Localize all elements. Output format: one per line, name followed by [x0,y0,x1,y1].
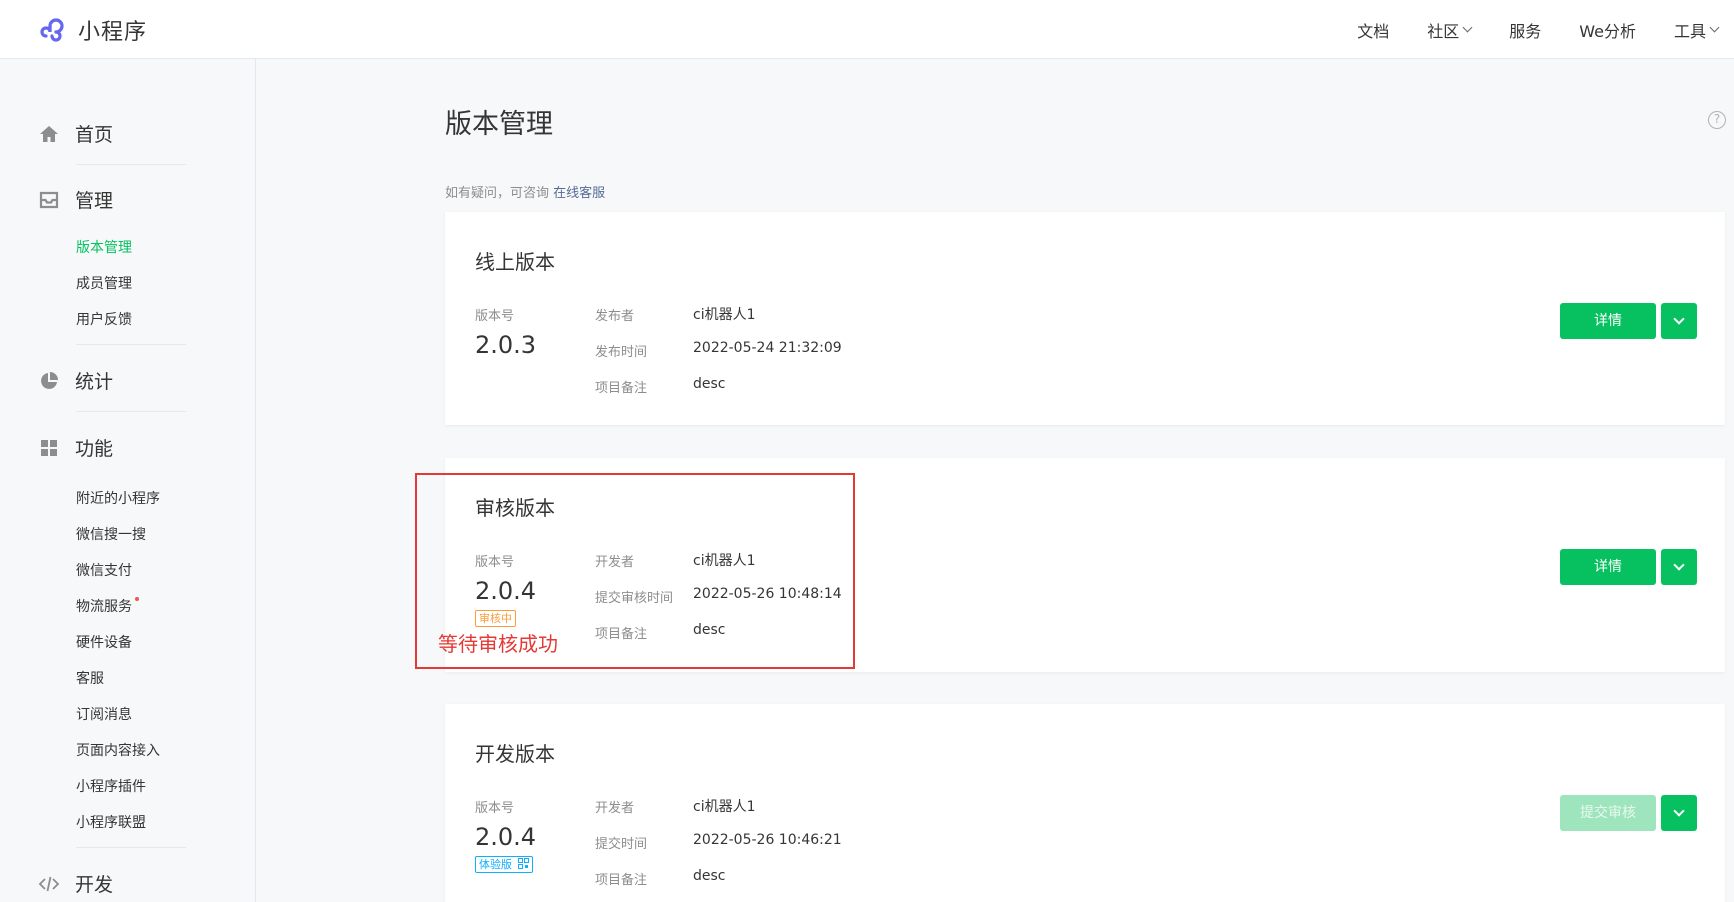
notice-text: 如有疑问，可咨询 [445,186,550,201]
version-label: 版本号 [475,309,515,324]
nav-community-label: 社区 [1427,21,1460,41]
sidebar-group-label: 统计 [75,371,114,393]
sidebar-group-label: 开发 [75,874,114,896]
sidebar-item-nearby-mini-programs[interactable]: 附近的小程序 [76,488,160,508]
nav-community[interactable]: 社区 [1427,18,1473,42]
sidebar-item-hardware[interactable]: 硬件设备 [76,632,132,652]
card-title: 线上版本 [475,250,555,274]
app-logo[interactable]: 小程序 [38,14,147,46]
field-key: 项目备注 [595,381,648,396]
field-value: desc [693,376,726,392]
dev-version-card: 开发版本 版本号 2.0.4 体验版 开发者 ci机器人1 提交时间 2022-… [445,704,1725,902]
sidebar-item-label: 物流服务 [76,599,132,615]
field-value: 2022-05-24 21:32:09 [693,340,842,356]
more-dropdown-button[interactable] [1661,795,1697,831]
sidebar-item-subscription-messages[interactable]: 订阅消息 [76,704,132,724]
inbox-icon [38,189,60,211]
card-title: 开发版本 [475,742,555,766]
field-key: 项目备注 [595,873,648,888]
field-key: 开发者 [595,801,635,816]
sidebar-item-wechat-search[interactable]: 微信搜一搜 [76,524,146,544]
page-title: 版本管理 [445,109,553,140]
sidebar-item-version-management[interactable]: 版本管理 [76,237,132,257]
version-number: 2.0.3 [475,331,537,359]
sidebar-item-alliance[interactable]: 小程序联盟 [76,812,146,832]
home-icon [38,123,60,145]
detail-button[interactable]: 详情 [1560,303,1656,339]
version-label: 版本号 [475,801,515,816]
field-key: 发布者 [595,309,635,324]
sidebar-item-user-feedback[interactable]: 用户反馈 [76,309,132,329]
sidebar-group-development[interactable]: 开发 [38,870,113,897]
trial-badge-label: 体验版 [479,858,512,871]
field-value: ci机器人1 [693,307,756,323]
sidebar-divider [76,344,186,345]
more-dropdown-button[interactable] [1661,549,1697,585]
sidebar-group-statistics[interactable]: 统计 [38,367,113,394]
sidebar-group-label: 管理 [75,190,114,212]
nav-tools[interactable]: 工具 [1673,18,1720,42]
mini-program-logo-icon [40,18,64,42]
sidebar-group-manage[interactable]: 管理 [38,186,113,213]
sidebar-divider [76,411,186,412]
submit-review-button[interactable]: 提交审核 [1560,795,1656,831]
online-version-card: 线上版本 版本号 2.0.3 发布者 ci机器人1 发布时间 2022-05-2… [445,212,1725,425]
chevron-down-icon [1673,313,1685,325]
detail-button[interactable]: 详情 [1560,549,1656,585]
field-value: ci机器人1 [693,799,756,815]
field-key: 发布时间 [595,345,648,360]
field-key: 提交时间 [595,837,648,852]
sidebar-item-member-management[interactable]: 成员管理 [76,273,132,293]
nav-tools-label: 工具 [1673,21,1706,41]
support-notice: 如有疑问，可咨询 在线客服 [445,182,605,201]
online-support-link[interactable]: 在线客服 [553,186,605,201]
sidebar-group-features[interactable]: 功能 [38,434,113,461]
annotation-text: 等待审核成功 [438,632,558,656]
sidebar-item-page-content-access[interactable]: 页面内容接入 [76,740,160,760]
nav-docs[interactable]: 文档 [1357,18,1389,42]
chevron-down-icon [1462,22,1473,33]
version-number: 2.0.4 [475,823,537,851]
sidebar-item-logistics[interactable]: 物流服务 [76,596,139,616]
top-nav-links: 文档 社区 服务 We分析 工具 [1319,0,1720,59]
sidebar-group-home[interactable]: 首页 [38,120,113,147]
field-value: 2022-05-26 10:46:21 [693,832,842,848]
nav-we-analytics[interactable]: We分析 [1579,18,1636,42]
pie-chart-icon [38,370,60,392]
chevron-down-icon [1673,559,1685,571]
sidebar-item-customer-service[interactable]: 客服 [76,668,104,688]
sidebar-item-wechat-pay[interactable]: 微信支付 [76,560,132,580]
chevron-down-icon [1673,805,1685,817]
app-name: 小程序 [78,20,148,45]
qr-code-icon [517,858,529,869]
grid-icon [38,437,60,459]
trial-badge[interactable]: 体验版 [475,856,533,873]
code-icon [38,873,60,895]
nav-services[interactable]: 服务 [1509,18,1541,42]
more-dropdown-button[interactable] [1661,303,1697,339]
sidebar-group-label: 首页 [75,124,114,146]
sidebar: 首页 管理 版本管理 成员管理 用户反馈 统计 功能 附近的小程序 微信搜一搜 … [0,59,256,902]
sidebar-divider [76,164,186,165]
notification-dot [135,597,139,601]
help-icon[interactable]: ? [1708,111,1726,129]
field-value: desc [693,868,726,884]
top-navigation-bar: 小程序 文档 社区 服务 We分析 工具 [0,0,1734,59]
sidebar-item-plugins[interactable]: 小程序插件 [76,776,146,796]
chevron-down-icon [1709,22,1720,33]
sidebar-divider [76,847,186,848]
sidebar-group-label: 功能 [75,438,114,460]
